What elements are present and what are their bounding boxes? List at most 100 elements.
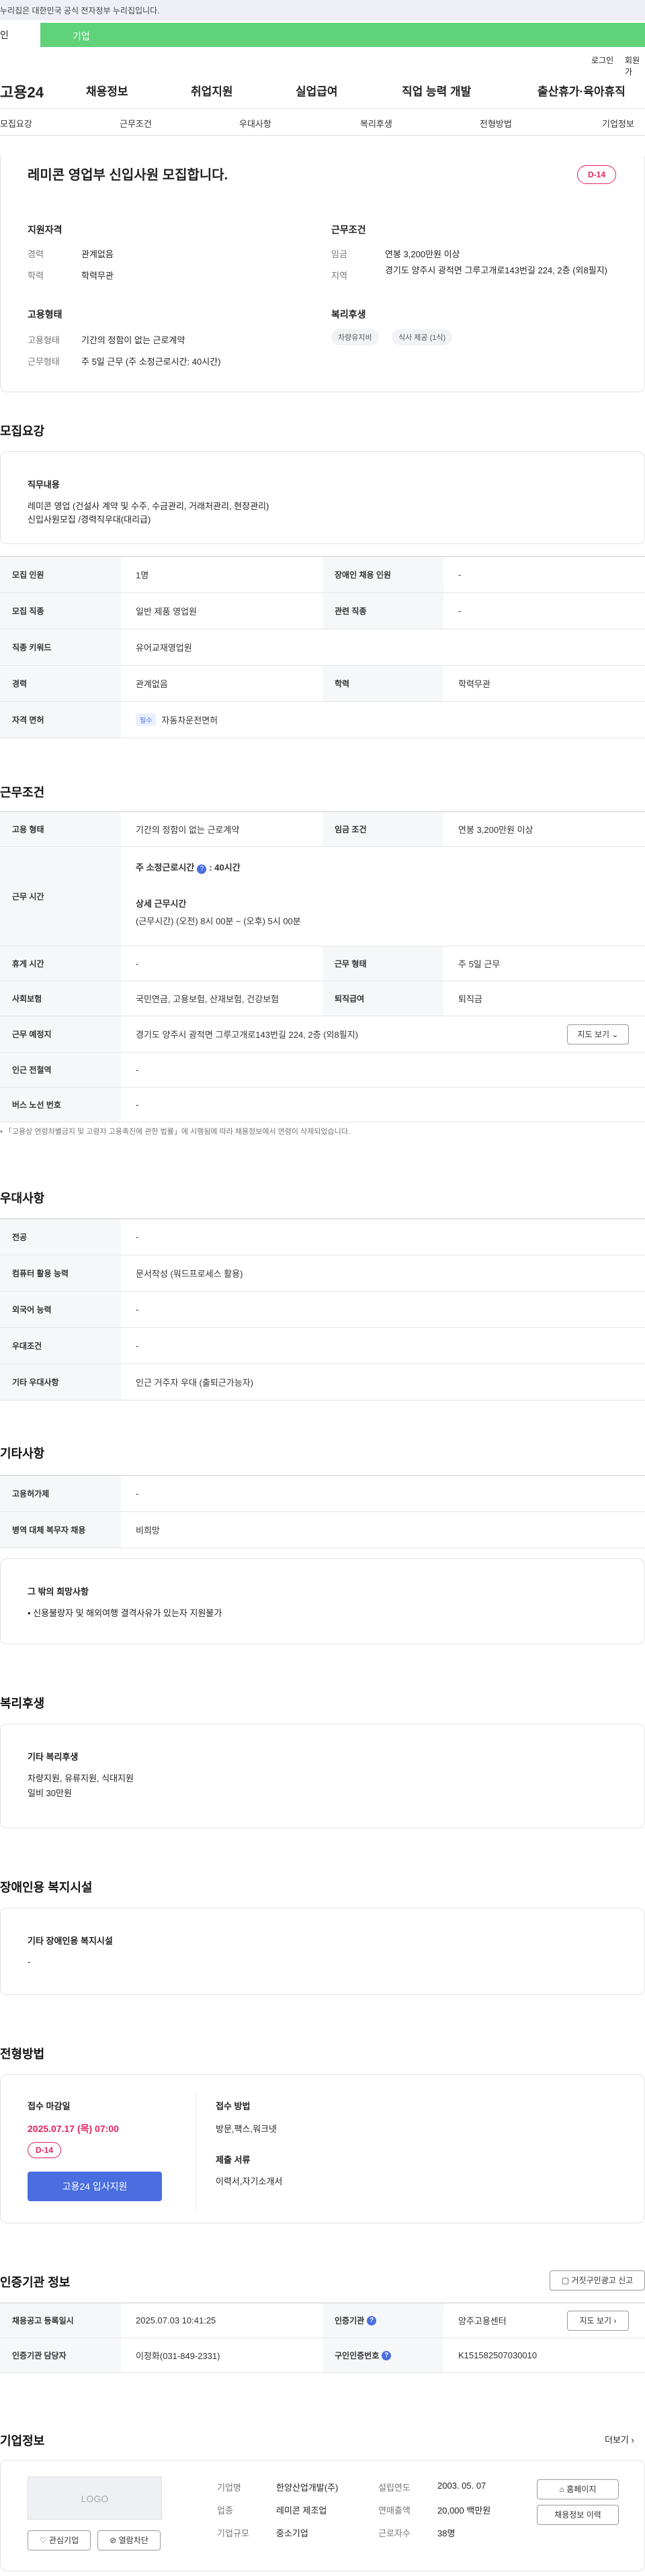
- table-cell: -: [136, 959, 139, 969]
- table-cell: 기간의 정함이 없는 근로계약: [136, 825, 240, 835]
- gov-notice-bar: 누리집은 대한민국 공식 전자정부 누리집입니다.: [0, 0, 645, 20]
- table-cell: 이정화(031-849-2331): [136, 2351, 220, 2361]
- etc-extra-line: • 신용불량자 및 해외여행 결격사유가 있는자 지원불가: [28, 1608, 222, 1618]
- company-more-link[interactable]: 더보기 ›: [605, 2433, 634, 2446]
- user-type-tabs: 인 기업: [0, 20, 645, 48]
- table-header: 채용공고 등록일시: [0, 2303, 121, 2338]
- welfare-heading: 복리후생: [0, 1697, 45, 1710]
- docs-title: 제출 서류: [216, 2155, 251, 2165]
- table-cell: -: [136, 1489, 139, 1499]
- table-row: 고용 형태 기간의 정함이 없는 근로계약 임금 조건 연봉 3,200만원 이…: [0, 812, 645, 847]
- help-icon[interactable]: ?: [197, 864, 207, 874]
- gov-notice-text: 누리집은 대한민국 공식 전자정부 누리집입니다.: [0, 6, 160, 15]
- disability-heading: 장애인용 복지시설: [0, 1881, 93, 1894]
- table-header: 외국어 능력: [0, 1292, 121, 1327]
- table-row: 인증기관 담당자 이정화(031-849-2331) 구인인증번호? K1515…: [0, 2338, 645, 2373]
- table-cell: 퇴직금: [458, 994, 482, 1004]
- dday-badge: D-14: [28, 2142, 61, 2158]
- employment-title: 고용형태: [28, 309, 62, 320]
- table-row: 인근 전철역 -: [0, 1053, 645, 1087]
- menu-item-jobs[interactable]: 채용정보: [86, 82, 128, 99]
- apply-button[interactable]: 고용24 입사지원: [28, 2172, 162, 2201]
- table-row: 고용허가제 -: [0, 1476, 645, 1512]
- table-header: 기타 우대사항: [0, 1364, 121, 1400]
- size-label: 기업규모: [217, 2528, 249, 2538]
- subnav-preference[interactable]: 우대사항: [239, 117, 271, 130]
- table-cell: 2025.07.03 10:41:25: [136, 2315, 216, 2325]
- tab-individual[interactable]: 인: [0, 20, 40, 48]
- table-header: 학력: [322, 666, 443, 701]
- etc-extra-card: 그 밖의 희망사항 • 신용불량자 및 해외여행 결격사유가 있는자 지원불가: [0, 1558, 645, 1644]
- table-header: 고용허가제: [0, 1476, 121, 1511]
- subnav-company[interactable]: 기업정보: [602, 117, 634, 130]
- agency-heading: 인증기관 정보: [0, 2276, 71, 2289]
- login-link[interactable]: 로그인: [591, 54, 613, 66]
- hours-detail-label: 상세 근무시간: [136, 899, 187, 909]
- favorite-company-button[interactable]: ♡ 관심기업: [28, 2530, 91, 2550]
- table-row: 컴퓨터 활용 능력 문서작성 (워드프로세스 활용): [0, 1255, 645, 1292]
- table-cell: 경기도 양주시 광적면 그루고개로143번길 224, 2층 (외8필지) 지도…: [121, 1016, 645, 1052]
- menu-item-parental-leave[interactable]: 출산휴가·육아휴직: [538, 82, 626, 99]
- deadline-value: 2025.07.17 (목) 07:00: [28, 2123, 119, 2134]
- selection-card: 접수 마감일 2025.07.17 (목) 07:00 D-14 고용24 입사…: [0, 2074, 645, 2223]
- site-logo[interactable]: 고용24: [0, 81, 44, 102]
- heart-icon: ♡: [39, 2536, 47, 2545]
- duty-line: 레미콘 영업 (건설사 계약 및 수주, 수금관리, 거래처관리, 현장관리): [28, 501, 269, 511]
- map-view-button[interactable]: 지도 보기 ⌄: [567, 1024, 629, 1045]
- subnav-workcond[interactable]: 근무조건: [120, 117, 152, 130]
- workcond-title: 근무조건: [331, 224, 366, 235]
- menu-item-unemployment-benefit[interactable]: 실업급여: [296, 82, 338, 99]
- table-cell: 학력무관: [458, 679, 490, 689]
- sales-value: 20,000 백만원: [437, 2505, 491, 2516]
- table-cell: 1명: [136, 570, 149, 580]
- document-icon: ▢: [561, 2276, 570, 2285]
- table-header: 고용 형태: [0, 812, 121, 846]
- table-row: 근무 예정지 경기도 양주시 광적면 그루고개로143번길 224, 2층 (외…: [0, 1016, 645, 1053]
- table-row: 버스 노선 번호 -: [0, 1087, 645, 1122]
- table-header: 경력: [0, 666, 121, 701]
- wage-label: 임금: [331, 249, 347, 259]
- chevron-right-icon: ›: [631, 2435, 634, 2445]
- help-icon[interactable]: ?: [382, 2350, 392, 2360]
- etc-extra-title: 그 밖의 희망사항: [28, 1587, 89, 1597]
- table-cell: 필수 자동차운전면허: [121, 702, 645, 738]
- selection-heading: 전형방법: [0, 2047, 45, 2061]
- agency-map-button[interactable]: 지도 보기 ›: [567, 2311, 629, 2331]
- org-label: 인증기관: [335, 2316, 365, 2325]
- tab-business[interactable]: 기업: [40, 23, 645, 47]
- subnav-selection[interactable]: 전형방법: [480, 117, 512, 130]
- job-history-button[interactable]: 채용정보 이력: [537, 2505, 619, 2525]
- menu-item-vocational-training[interactable]: 직업 능력 개발: [402, 82, 471, 99]
- etc-table: 고용허가제 - 병역 대체 복무자 채용 비희망: [0, 1475, 645, 1548]
- duty-card: 직무내용 레미콘 영업 (건설사 계약 및 수주, 수금관리, 거래처관리, 현…: [0, 451, 645, 544]
- chevron-right-icon: ›: [613, 2316, 617, 2325]
- subnav-recruit[interactable]: 모집요강: [0, 117, 32, 130]
- table-header: 직종 키워드: [0, 629, 121, 665]
- work-hours-cell: 주 소정근로시간?: 40시간 상세 근무시간 (근무시간) (오전) 8시 0…: [121, 847, 645, 946]
- table-cell: -: [136, 1065, 139, 1075]
- welfare-line: 일비 30만원: [28, 1788, 72, 1798]
- subnav-welfare[interactable]: 복리후생: [360, 117, 392, 130]
- help-icon[interactable]: ?: [367, 2315, 377, 2325]
- summary-card: 레미콘 영업부 신입사원 모집합니다. D-14 지원자격 경력 관계없음 학력…: [0, 156, 645, 392]
- name-value: 한양산업개발(주): [276, 2483, 339, 2493]
- hours-main-label: 주 소정근로시간: [136, 862, 195, 873]
- report-fake-ad-button[interactable]: ▢ 거짓구인광고 신고: [550, 2270, 645, 2291]
- table-header: 장애인 채용 인원: [322, 557, 443, 592]
- table-row: 사회보험 국민연금, 고용보험, 산재보험, 건강보험 퇴직급여 퇴직금: [0, 981, 645, 1016]
- welfare-line: 차량지원, 유류지원, 식대지원: [28, 1773, 134, 1783]
- staff-value: 38명: [437, 2528, 456, 2538]
- emptype-value: 기간의 정함이 없는 근로계약: [81, 335, 185, 345]
- table-header: 전공: [0, 1219, 121, 1255]
- edu-label: 학력: [28, 271, 44, 281]
- block-view-button[interactable]: ⊘ 열람차단: [97, 2530, 161, 2550]
- company-card: LOGO ♡ 관심기업 ⊘ 열람차단 기업명 한양산업개발(주) 설립연도 20…: [0, 2460, 645, 2571]
- table-header: 인증기관 담당자: [0, 2338, 121, 2372]
- table-cell: 주 5일 근무: [458, 959, 501, 969]
- hours-main-value: : 40시간: [209, 862, 241, 873]
- table-row: 근무 시간 주 소정근로시간?: 40시간 상세 근무시간 (근무시간) (오전…: [0, 847, 645, 946]
- homepage-button[interactable]: ⌂ 홈페이지: [537, 2479, 619, 2499]
- edu-value: 학력무관: [81, 271, 114, 281]
- size-value: 중소기업: [276, 2528, 308, 2538]
- menu-item-employment-support[interactable]: 취업지원: [191, 82, 233, 99]
